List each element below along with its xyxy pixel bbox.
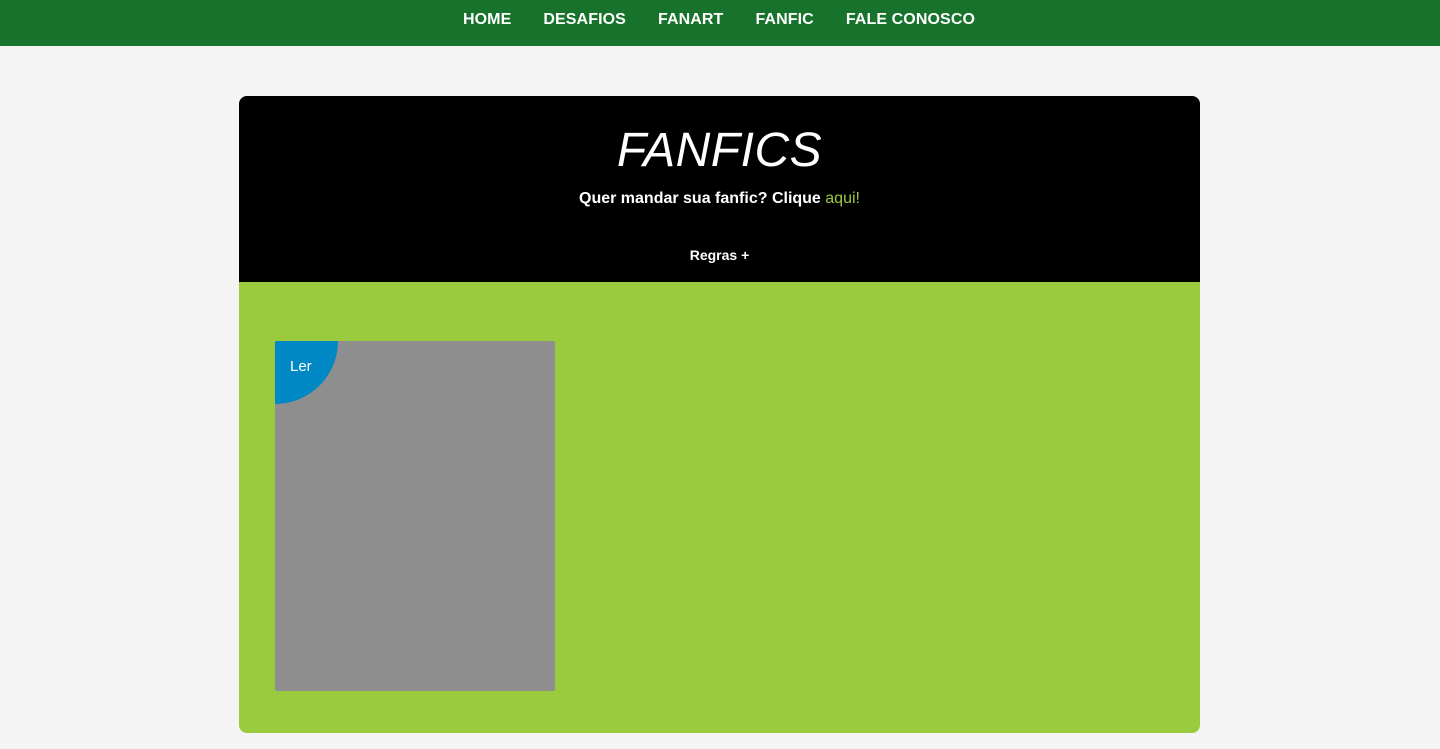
fanfics-panel: FANFICS Quer mandar sua fanfic? Clique a… [239,96,1200,733]
rules-toggle-button[interactable]: Regras + [239,246,1200,264]
fanfics-header: FANFICS Quer mandar sua fanfic? Clique a… [239,96,1200,282]
nav-link-desafios[interactable]: DESAFIOS [543,11,626,28]
nav-menu: HOME DESAFIOS FANART FANFIC FALE CONOSCO [447,11,991,29]
nav-link-fale-conosco[interactable]: FALE CONOSCO [846,11,975,28]
nav-item-fanart: FANART [642,11,739,29]
top-navigation: HOME DESAFIOS FANART FANFIC FALE CONOSCO [0,0,1440,46]
nav-item-fale-conosco: FALE CONOSCO [830,11,991,29]
fanfic-card[interactable]: Ler [275,341,555,691]
nav-item-fanfic: FANFIC [739,11,829,29]
page-title: FANFICS [616,124,823,177]
submit-prompt: Quer mandar sua fanfic? Clique aqui! [239,190,1200,208]
nav-link-home[interactable]: HOME [463,11,511,28]
submit-link[interactable]: aqui! [825,190,860,207]
nav-link-fanfic[interactable]: FANFIC [755,11,813,28]
nav-link-fanart[interactable]: FANART [658,11,723,28]
nav-item-home: HOME [447,11,527,29]
read-button[interactable]: Ler [275,341,338,404]
nav-item-desafios: DESAFIOS [527,11,642,29]
submit-prompt-text: Quer mandar sua fanfic? Clique [579,190,826,207]
